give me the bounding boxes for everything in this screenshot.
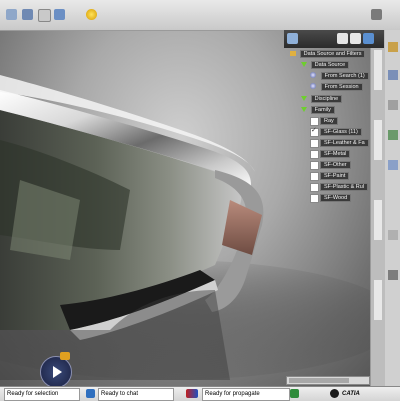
family-item[interactable]: SF-Wood <box>310 193 352 203</box>
funnel-icon <box>301 61 307 67</box>
family-item-label: SF-Paint <box>320 172 350 180</box>
family-item[interactable]: SF-Metal <box>310 149 351 159</box>
chat-status: Ready to chat <box>101 391 139 397</box>
brand-label: CATIA <box>342 391 360 397</box>
selection-status: Ready for selection <box>7 391 59 397</box>
family-item[interactable]: SF-Other <box>310 160 351 170</box>
status-bar: Ready for selection Ready to chat Ready … <box>0 386 400 401</box>
strip-slot-2 <box>374 120 382 160</box>
family-item-label: SF-Metal <box>320 150 351 158</box>
data-source-option-label: From Search (1) <box>320 72 369 80</box>
top-toolbar <box>0 0 400 31</box>
strip-icon-6[interactable] <box>388 230 398 240</box>
family-item[interactable]: SF-Glass (11) <box>310 126 362 137</box>
toolbar-button-6[interactable] <box>371 9 382 20</box>
checkbox[interactable] <box>310 161 319 170</box>
strip-icon-7[interactable] <box>388 270 398 280</box>
family-item-label: SF-Other <box>320 161 351 169</box>
discipline-label: Discipline <box>310 95 343 103</box>
family-item[interactable]: Ray <box>310 116 338 126</box>
data-source-option-label: From Session <box>320 83 363 91</box>
toolbar-button-1[interactable] <box>6 9 17 20</box>
checkbox-checked[interactable] <box>310 126 319 137</box>
strip-icon-3[interactable] <box>388 100 398 110</box>
panel-view-button-2[interactable] <box>350 33 361 44</box>
tree-root-label: Data Source and Filters <box>299 50 366 58</box>
checkbox[interactable] <box>310 194 319 203</box>
right-toolbar <box>384 30 400 386</box>
toolbar-button-3[interactable] <box>38 9 51 22</box>
filter-panel-toolbar <box>284 30 384 48</box>
family-item[interactable]: SF-Paint <box>310 171 350 181</box>
checkbox[interactable] <box>310 150 319 159</box>
family-item-label: SF-Glass (11) <box>320 128 362 136</box>
toolbar-button-2[interactable] <box>22 9 33 20</box>
compass-navigator-icon[interactable] <box>40 356 72 388</box>
play-icon <box>53 366 62 378</box>
checkbox[interactable] <box>310 183 319 192</box>
panel-view-button-3[interactable] <box>363 33 374 44</box>
funnel-icon <box>301 95 307 101</box>
strip-slot-1 <box>374 50 382 90</box>
strip-slot-3 <box>374 200 382 240</box>
folder-icon <box>290 50 296 56</box>
checkbox[interactable] <box>310 172 319 181</box>
selection-status-field: Ready for selection <box>4 388 80 401</box>
panel-button-left[interactable] <box>287 33 298 44</box>
strip-slot-4 <box>374 280 382 320</box>
propagate-status-field: Ready for propagate <box>202 388 290 401</box>
family-label: Family <box>310 106 335 114</box>
strip-icon-2[interactable] <box>388 70 398 80</box>
checkbox[interactable] <box>310 139 319 148</box>
strip-icon-5[interactable] <box>388 160 398 170</box>
data-source-option[interactable]: From Session <box>310 82 363 92</box>
strip-icon-4[interactable] <box>388 130 398 140</box>
family-item-label: SF-Plastic & Rul <box>320 183 369 191</box>
toolbar-button-5[interactable] <box>86 9 97 20</box>
tree-root-node[interactable]: Data Source and Filters <box>290 49 366 59</box>
panel-horizontal-scrollbar[interactable] <box>286 376 370 385</box>
ds-logo-icon <box>330 389 339 398</box>
data-source-option[interactable]: From Search (1) <box>310 71 369 81</box>
go-button[interactable] <box>290 389 299 398</box>
tree-node-family[interactable]: Family <box>301 105 335 115</box>
radio-icon <box>310 83 316 90</box>
family-item[interactable]: SF-Leather & Fa <box>310 138 369 148</box>
panel-view-button-1[interactable] <box>337 33 348 44</box>
chat-icon[interactable] <box>86 389 95 398</box>
scrollbar-thumb[interactable] <box>289 378 349 383</box>
tree-node-discipline[interactable]: Discipline <box>301 94 343 104</box>
radio-icon <box>310 72 316 79</box>
checkbox[interactable] <box>310 117 319 126</box>
navigator-badge-icon <box>60 352 70 360</box>
tree-node-data-source[interactable]: Data Source <box>301 60 350 70</box>
family-item-label: Ray <box>320 117 338 125</box>
family-item[interactable]: SF-Plastic & Rul <box>310 182 369 192</box>
secondary-toolbar <box>370 30 385 386</box>
strip-icon-1[interactable] <box>388 42 398 52</box>
propagate-status: Ready for propagate <box>205 391 260 397</box>
toolbar-button-4[interactable] <box>54 9 65 20</box>
family-item-label: SF-Wood <box>320 194 352 202</box>
data-source-label: Data Source <box>310 61 350 69</box>
chat-status-field: Ready to chat <box>98 388 174 401</box>
propagate-icon[interactable] <box>186 389 198 398</box>
family-item-label: SF-Leather & Fa <box>320 139 369 147</box>
funnel-icon <box>301 106 307 112</box>
